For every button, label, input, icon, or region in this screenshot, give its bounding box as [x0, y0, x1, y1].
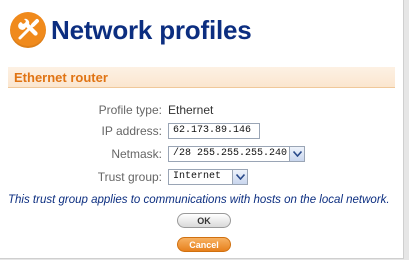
ip-address-label: IP address: — [101, 124, 162, 138]
page-header: Network profiles — [10, 12, 252, 48]
section-header: Ethernet router — [8, 67, 395, 88]
page-title: Network profiles — [51, 14, 252, 45]
profile-type-row: Profile type: — [0, 101, 162, 119]
trust-group-info-text: This trust group applies to communicatio… — [8, 194, 390, 206]
netmask-select[interactable]: /28 255.255.255.240 — [168, 146, 305, 162]
ip-address-input[interactable]: 62.173.89.146 — [168, 123, 260, 139]
cancel-button[interactable]: Cancel — [177, 237, 231, 252]
trust-group-select[interactable]: Internet — [168, 169, 248, 185]
trust-group-row: Trust group: — [0, 168, 162, 186]
netmask-row: Netmask: — [0, 145, 162, 163]
trust-group-label: Trust group: — [97, 170, 162, 184]
ip-address-row: IP address: — [0, 122, 162, 140]
chevron-down-icon[interactable] — [289, 147, 304, 161]
netmask-value: /28 255.255.255.240 — [173, 148, 288, 159]
profile-type-label: Profile type: — [98, 103, 162, 117]
trust-group-value: Internet — [173, 171, 222, 182]
chevron-down-icon[interactable] — [232, 170, 247, 184]
ip-address-value: 62.173.89.146 — [173, 125, 252, 136]
ok-button[interactable]: OK — [177, 213, 231, 228]
netmask-label: Netmask: — [111, 147, 162, 161]
network-profiles-panel: Network profiles Ethernet router Profile… — [0, 0, 404, 259]
wrench-screwdriver-icon — [10, 12, 46, 48]
section-title: Ethernet router — [14, 70, 108, 85]
profile-type-value: Ethernet — [168, 103, 214, 117]
